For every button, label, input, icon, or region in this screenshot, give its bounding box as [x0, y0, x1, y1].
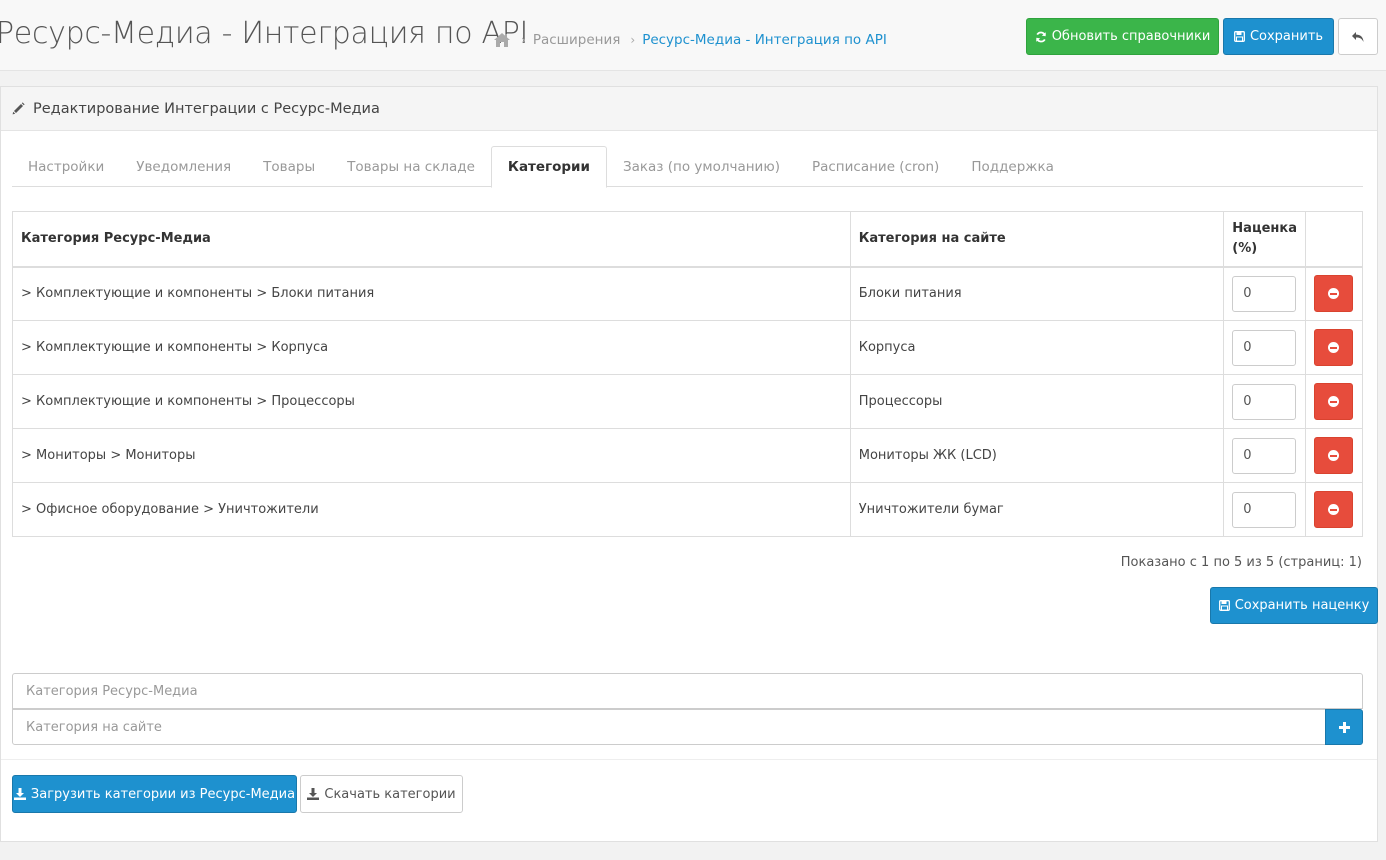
save-button[interactable]: Сохранить — [1223, 18, 1334, 55]
tab-schedule[interactable]: Расписание (cron) — [796, 146, 955, 187]
download-categories-button[interactable]: Скачать категории — [300, 775, 463, 813]
minus-circle-icon — [1327, 288, 1339, 300]
minus-circle-icon — [1327, 342, 1339, 353]
refresh-icon — [1035, 31, 1047, 43]
site-category-cell: Блоки питания — [849, 266, 1225, 321]
markup-input[interactable] — [1232, 383, 1297, 420]
markup-input[interactable] — [1232, 491, 1297, 528]
markup-cell — [1223, 266, 1306, 321]
breadcrumb-extensions[interactable]: Расширения — [533, 32, 621, 48]
markup-cell — [1223, 482, 1306, 537]
markup-input[interactable] — [1232, 275, 1297, 312]
rm-category-cell: > Офисное оборудование > Уничтожители — [12, 482, 851, 537]
rm-category-cell: > Комплектующие и компоненты > Процессор… — [12, 374, 851, 429]
divider — [1, 759, 1377, 760]
tab-stock[interactable]: Товары на складе — [331, 146, 491, 187]
actions-cell — [1304, 374, 1364, 429]
breadcrumb-current[interactable]: Ресурс-Медиа - Интеграция по API — [642, 32, 887, 48]
actions-cell — [1304, 482, 1364, 537]
refresh-references-label: Обновить справочники — [1051, 29, 1211, 44]
floppy-icon — [1218, 600, 1230, 611]
page-title: Ресурс-Медиа - Интеграция по API — [0, 16, 529, 51]
site-category-cell: Процессоры — [849, 374, 1225, 429]
table-header-row: Категория Ресурс-Медиа Категория на сайт… — [12, 211, 1364, 268]
plus-icon — [1338, 721, 1350, 733]
column-header-site-category: Категория на сайте — [849, 211, 1225, 268]
home-icon[interactable] — [493, 32, 511, 48]
breadcrumb-separator: › — [521, 33, 526, 47]
save-markup-button[interactable]: Сохранить наценку — [1210, 587, 1378, 624]
edit-panel: Редактирование Интеграции с Ресурс-Медиа… — [0, 86, 1378, 842]
remove-row-button[interactable] — [1313, 275, 1353, 313]
rm-category-input[interactable] — [12, 673, 1363, 709]
table-row: > Офисное оборудование > Уничтожители Ун… — [12, 482, 1364, 537]
add-category-button[interactable] — [1325, 709, 1363, 745]
save-label: Сохранить — [1249, 29, 1324, 44]
markup-cell — [1223, 428, 1306, 483]
actions-cell — [1304, 266, 1364, 321]
tab-order[interactable]: Заказ (по умолчанию) — [607, 146, 796, 187]
table-row: > Комплектующие и компоненты > Блоки пит… — [12, 266, 1364, 321]
column-header-actions — [1304, 211, 1364, 268]
site-category-cell: Корпуса — [849, 320, 1225, 375]
tab-notifications[interactable]: Уведомления — [120, 146, 247, 187]
tab-support[interactable]: Поддержка — [955, 146, 1070, 187]
table-row: > Комплектующие и компоненты > Корпуса К… — [12, 320, 1364, 375]
markup-input[interactable] — [1232, 329, 1297, 366]
back-button[interactable] — [1338, 18, 1378, 55]
site-category-cell: Мониторы ЖК (LCD) — [849, 428, 1225, 483]
refresh-references-button[interactable]: Обновить справочники — [1026, 18, 1219, 55]
reply-icon — [1351, 31, 1365, 43]
load-categories-button[interactable]: Загрузить категории из Ресурс-Медиа — [12, 775, 297, 813]
column-header-rm-category: Категория Ресурс-Медиа — [12, 211, 851, 268]
remove-row-button[interactable] — [1313, 491, 1353, 528]
download-icon — [13, 788, 26, 800]
breadcrumb: › Расширения › Ресурс-Медиа - Интеграция… — [493, 32, 887, 48]
minus-circle-icon — [1327, 504, 1339, 515]
pencil-icon — [12, 102, 25, 115]
actions-cell — [1304, 320, 1364, 375]
column-header-markup: Наценка (%) — [1223, 211, 1306, 268]
markup-cell — [1223, 320, 1306, 375]
tab-categories[interactable]: Категории — [490, 146, 607, 188]
download-icon — [307, 788, 320, 800]
remove-row-button[interactable] — [1313, 383, 1353, 420]
page-header: Ресурс-Медиа - Интеграция по API › Расши… — [0, 0, 1386, 71]
download-categories-label: Скачать категории — [324, 786, 456, 802]
tab-products[interactable]: Товары — [247, 146, 331, 187]
remove-row-button[interactable] — [1313, 329, 1353, 366]
minus-circle-icon — [1327, 450, 1339, 461]
remove-row-button[interactable] — [1313, 437, 1353, 474]
tab-settings[interactable]: Настройки — [12, 146, 120, 187]
actions-cell — [1304, 428, 1364, 483]
floppy-icon — [1233, 31, 1245, 42]
pagination-info: Показано с 1 по 5 из 5 (страниц: 1) — [1120, 555, 1362, 570]
table-row: > Комплектующие и компоненты > Процессор… — [12, 374, 1364, 429]
site-category-input[interactable] — [12, 709, 1326, 745]
markup-cell — [1223, 374, 1306, 429]
load-categories-label: Загрузить категории из Ресурс-Медиа — [30, 786, 296, 802]
tabs: Настройки Уведомления Товары Товары на с… — [12, 146, 1363, 188]
panel-heading: Редактирование Интеграции с Ресурс-Медиа — [1, 87, 1377, 131]
site-category-cell: Уничтожители бумаг — [849, 482, 1225, 537]
rm-category-cell: > Комплектующие и компоненты > Корпуса — [12, 320, 851, 375]
rm-category-cell: > Мониторы > Мониторы — [12, 428, 851, 483]
table-row: > Мониторы > Мониторы Мониторы ЖК (LCD) — [12, 428, 1364, 483]
categories-table: Категория Ресурс-Медиа Категория на сайт… — [12, 211, 1364, 537]
save-markup-label: Сохранить наценку — [1234, 598, 1370, 613]
minus-circle-icon — [1327, 396, 1339, 407]
markup-input[interactable] — [1232, 437, 1297, 474]
rm-category-cell: > Комплектующие и компоненты > Блоки пит… — [12, 266, 851, 321]
breadcrumb-separator: › — [630, 33, 636, 47]
panel-heading-title: Редактирование Интеграции с Ресурс-Медиа — [33, 100, 380, 117]
